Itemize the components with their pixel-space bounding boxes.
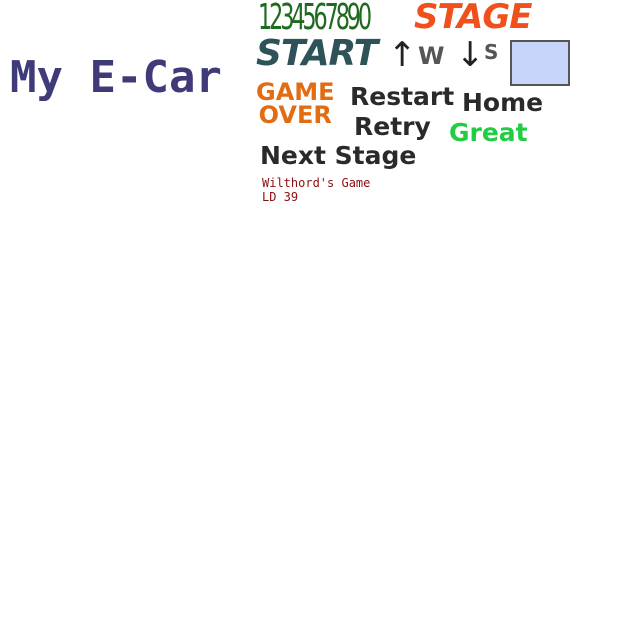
credit-text: Wilthord's Game LD 39	[262, 176, 370, 204]
game-over-line2: OVER	[258, 101, 332, 129]
start-button[interactable]: START	[256, 36, 378, 72]
game-title: My E-Car	[10, 52, 222, 103]
retry-button[interactable]: Retry	[354, 114, 431, 139]
down-arrow-icon: ↓	[456, 35, 485, 75]
great-label: Great	[449, 118, 528, 147]
color-swatch-box	[510, 40, 570, 86]
credit-line2: LD 39	[262, 190, 299, 204]
up-arrow-icon: ↑	[388, 35, 417, 75]
credit-line1: Wilthord's Game	[262, 176, 371, 190]
game-over-label: GAME OVER	[256, 80, 335, 129]
stage-label: STAGE	[414, 0, 532, 37]
next-stage-button[interactable]: Next Stage	[260, 143, 416, 168]
home-button[interactable]: Home	[462, 90, 543, 115]
key-s-label: S	[484, 40, 499, 64]
key-w-label: W	[418, 42, 445, 70]
digits-sprite: 1234567890	[258, 0, 372, 38]
restart-button[interactable]: Restart	[350, 84, 454, 109]
